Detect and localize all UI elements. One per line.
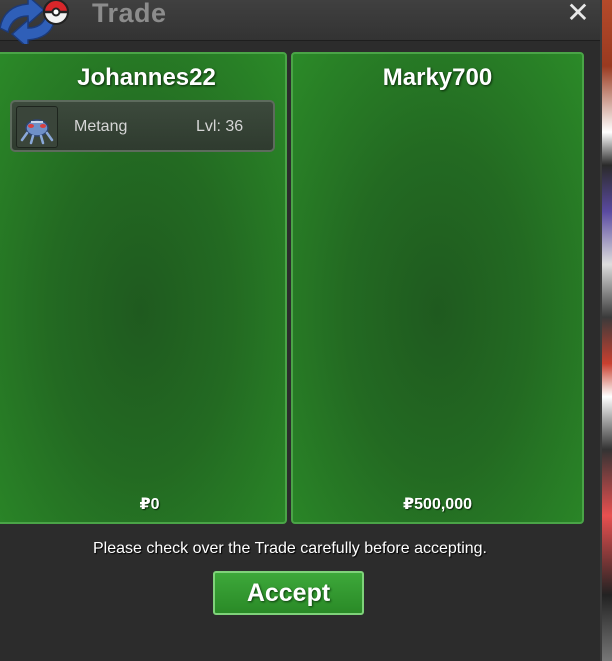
pokemon-name: Metang bbox=[74, 118, 128, 135]
title-bar[interactable]: Trade ✕ bbox=[0, 0, 600, 44]
pokemon-level: Lvl: 36 bbox=[196, 118, 244, 135]
accept-button[interactable]: Accept bbox=[213, 571, 364, 615]
window-title: Trade bbox=[92, 0, 167, 28]
money-right: ₽500,000 bbox=[403, 496, 472, 513]
close-icon[interactable]: ✕ bbox=[562, 0, 594, 28]
background-game-scene bbox=[602, 0, 612, 661]
player-name-right: Marky700 bbox=[382, 64, 493, 91]
trade-arrows-pokeball-icon bbox=[0, 0, 70, 44]
trade-notice: Please check over the Trade carefully be… bbox=[93, 540, 487, 557]
offered-pokemon-row[interactable]: Metang Lvl: 36 bbox=[10, 100, 275, 152]
my-offer-panel: Johannes22 Metang Lvl: 36 ₽0 bbox=[0, 52, 287, 524]
partner-offer-panel: Marky700 ₽500,000 bbox=[291, 52, 584, 524]
metang-sprite-icon bbox=[16, 106, 58, 148]
screen: Trade ✕ Johannes22 Metang Lvl: 36 ₽0 Mar… bbox=[0, 0, 612, 661]
player-name-left: Johannes22 bbox=[77, 64, 216, 91]
trade-window: Trade ✕ Johannes22 Metang Lvl: 36 ₽0 Mar… bbox=[0, 0, 602, 661]
money-left: ₽0 bbox=[139, 496, 160, 513]
